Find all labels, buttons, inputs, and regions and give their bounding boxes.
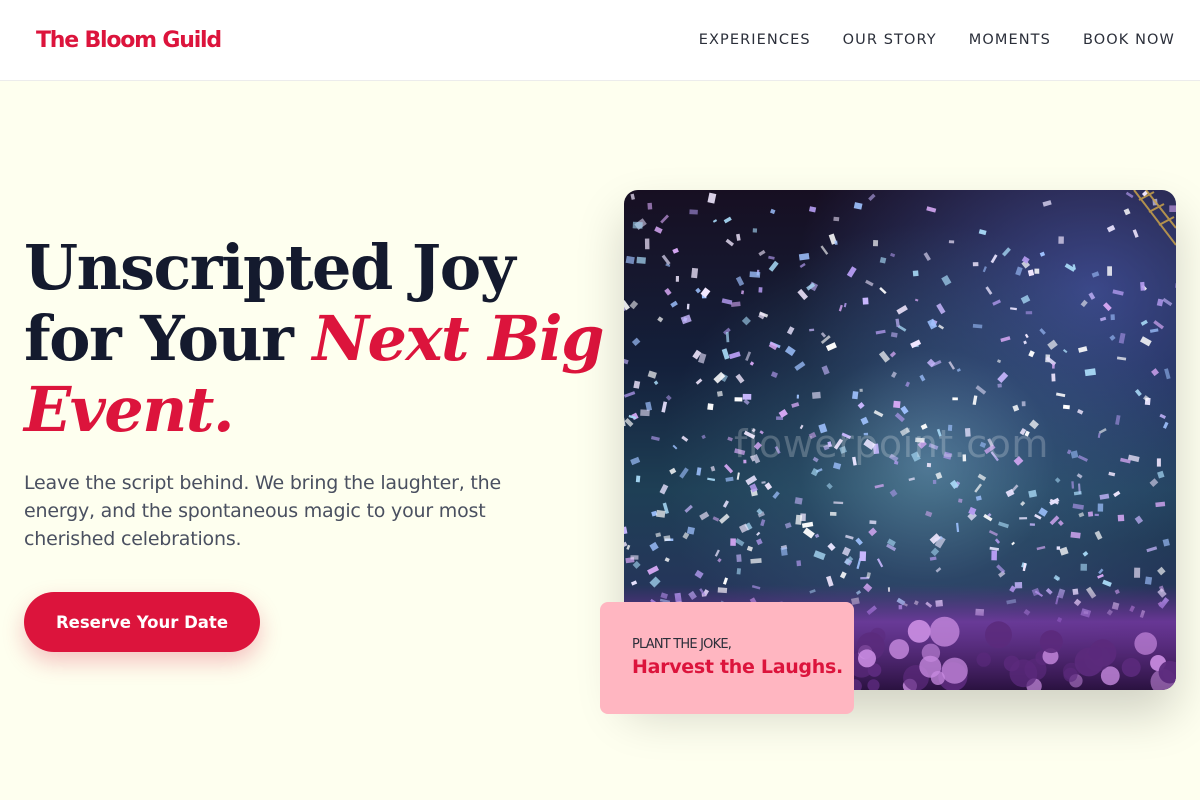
nav-item-our-story: OUR STORY — [843, 29, 937, 50]
hero-title: Unscripted Joy for Your Next Big Event. — [24, 232, 604, 445]
nav-link-experiences[interactable]: EXPERIENCES — [699, 32, 811, 48]
brand-logo[interactable]: The Bloom Guild — [36, 26, 222, 56]
hero-subtitle: Leave the script behind. We bring the la… — [24, 472, 502, 550]
tagline-eyebrow: PLANT THE JOKE, — [632, 637, 732, 652]
tagline-card: PLANT THE JOKE, Harvest the Laughs. — [600, 602, 854, 714]
nav-item-book-now: BOOK NOW — [1083, 29, 1175, 50]
nav-item-experiences: EXPERIENCES — [699, 29, 811, 50]
nav-link-moments[interactable]: MOMENTS — [969, 32, 1051, 48]
image-watermark: flowerpoint.com — [734, 422, 1049, 466]
tagline-title: Harvest the Laughs. — [632, 656, 843, 678]
site-header: The Bloom Guild EXPERIENCES OUR STORY MO… — [0, 0, 1200, 81]
nav-link-our-story[interactable]: OUR STORY — [843, 32, 937, 48]
nav-item-moments: MOMENTS — [969, 29, 1051, 50]
reserve-date-button[interactable]: Reserve Your Date — [24, 592, 260, 652]
nav-link-book-now[interactable]: BOOK NOW — [1083, 32, 1175, 48]
nav-list: EXPERIENCES OUR STORY MOMENTS BOOK NOW — [699, 29, 1175, 50]
